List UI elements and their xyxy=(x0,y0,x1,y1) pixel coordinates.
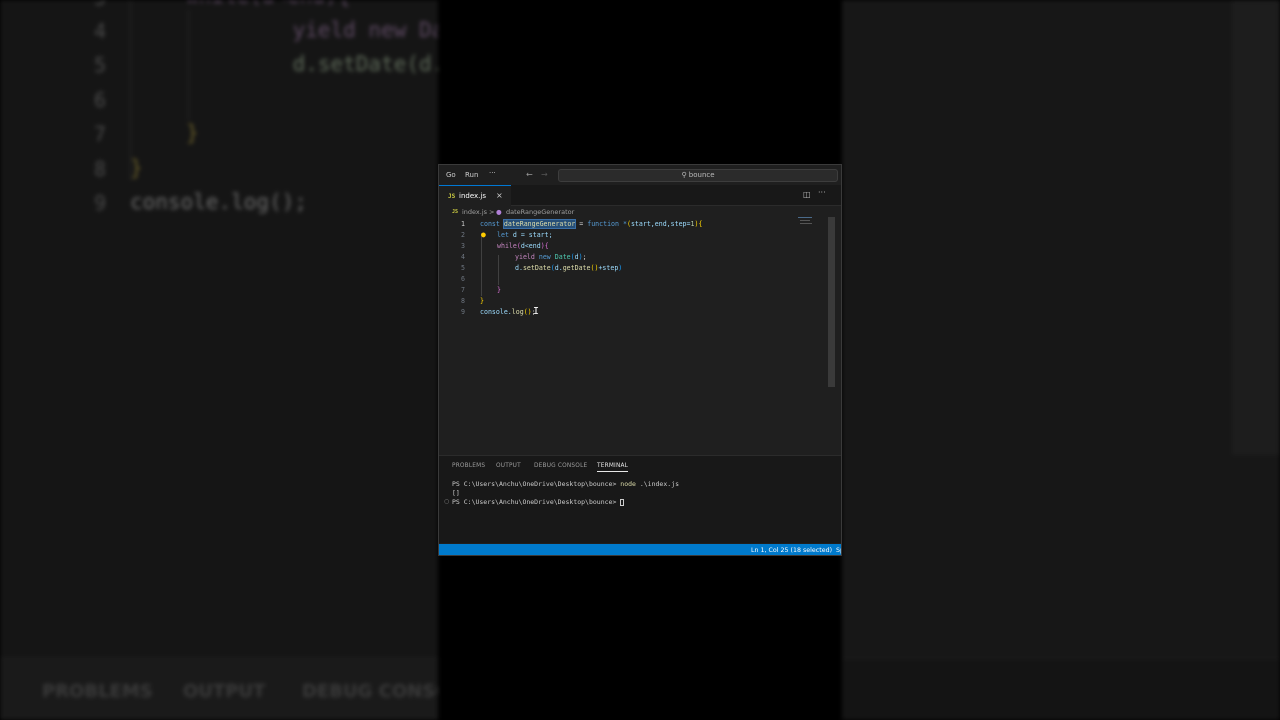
tab-close-icon[interactable]: × xyxy=(496,191,503,200)
tab-terminal[interactable]: TERMINAL xyxy=(597,463,629,472)
tab-output[interactable]: OUTPUT xyxy=(496,463,521,469)
mouse-ibeam-cursor: I xyxy=(533,306,540,317)
terminal-status-dot-icon: ○ xyxy=(444,498,450,505)
bg-line-number: 8 xyxy=(93,157,106,181)
cursor-position[interactable]: Ln 1, Col 25 (18 selected) xyxy=(751,547,832,554)
bg-line-number: 5 xyxy=(93,53,106,77)
javascript-file-icon: JS xyxy=(448,193,456,200)
line-number: 3 xyxy=(461,242,465,250)
split-editor-icon[interactable]: ◫ xyxy=(803,190,811,199)
line-number: 2 xyxy=(461,231,465,239)
bg-line-number: 7 xyxy=(93,122,106,146)
line-number: 5 xyxy=(461,264,465,272)
terminal-line: PS C:\Users\Anchu\OneDrive\Desktop\bounc… xyxy=(452,480,679,488)
more-actions-icon[interactable]: ··· xyxy=(818,188,826,197)
terminal-prompt[interactable]: PS C:\Users\Anchu\OneDrive\Desktop\bounc… xyxy=(452,498,625,506)
status-bar: Ln 1, Col 25 (18 selected) Sp xyxy=(439,544,841,555)
code-editor[interactable]: 1 2 3 4 5 6 7 8 9 ● const dateRangeGener… xyxy=(439,218,835,455)
breadcrumb-separator: > xyxy=(489,208,495,216)
bg-code-line: while(d<end){ xyxy=(186,0,350,8)
code-line-2: let d = start; xyxy=(497,231,553,239)
terminal-output: [] xyxy=(452,489,460,497)
tab-debug-console[interactable]: DEBUG CONSOLE xyxy=(534,463,587,469)
terminal-cursor xyxy=(620,498,625,506)
tab-problems[interactable]: PROBLEMS xyxy=(452,463,485,469)
line-number: 9 xyxy=(461,308,465,316)
code-line-5: d.setDate(d.getDate()+step) xyxy=(515,264,623,272)
bg-line-number: 9 xyxy=(93,191,106,215)
menu-run[interactable]: Run xyxy=(465,171,478,179)
bg-code-line: console.log(); xyxy=(130,190,308,214)
symbol-icon: ● xyxy=(496,208,502,216)
lightbulb-icon[interactable]: ● xyxy=(481,230,486,239)
command-center-search[interactable]: ⚲ bounce xyxy=(558,169,838,182)
menu-more[interactable]: ··· xyxy=(489,169,496,177)
code-line-3: while(d<end){ xyxy=(497,242,549,250)
line-number: 1 xyxy=(461,220,465,228)
bg-line-number: 6 xyxy=(93,88,106,112)
search-label: bounce xyxy=(688,171,715,179)
background-zoomed-editor: 5 4 5 6 7 8 9 while(d<end){ yield new Da… xyxy=(0,0,438,720)
search-icon: ⚲ xyxy=(681,171,689,179)
menu-go[interactable]: Go xyxy=(446,171,456,179)
bg-tab: PROBLEMS xyxy=(42,681,153,702)
scrollbar-thumb[interactable] xyxy=(828,217,835,387)
line-number: 8 xyxy=(461,297,465,305)
bg-tab: DEBUG CONSO xyxy=(302,681,438,702)
indentation-status[interactable]: Sp xyxy=(836,547,841,554)
code-line-9: console.log(); xyxy=(480,308,536,316)
line-number: 7 xyxy=(461,286,465,294)
code-line-1: const dateRangeGenerator = function *(st… xyxy=(480,219,703,229)
line-number: 4 xyxy=(461,253,465,261)
code-line-4: yield new Date(d); xyxy=(515,253,587,261)
code-line-7: } xyxy=(497,286,501,294)
back-arrow-icon[interactable]: ← xyxy=(526,170,533,179)
selected-text: dateRangeGenerator xyxy=(502,219,577,229)
vscode-window: Go Run ··· ← → ⚲ bounce JS index.js × ◫ … xyxy=(438,164,842,556)
screen: 5 4 5 6 7 8 9 while(d<end){ yield new Da… xyxy=(0,0,1280,720)
bg-code-line: } xyxy=(186,121,199,145)
bg-tab: OUTPUT xyxy=(183,681,266,702)
title-bar: Go Run ··· ← → ⚲ bounce xyxy=(439,165,841,185)
breadcrumb-file[interactable]: index.js xyxy=(462,208,487,216)
tab-label: index.js xyxy=(459,192,486,200)
forward-arrow-icon[interactable]: → xyxy=(541,170,548,179)
bg-line-number: 4 xyxy=(93,19,106,43)
bg-code-line: d.setDate(d.ge xyxy=(292,52,438,76)
breadcrumb-symbol[interactable]: dateRangeGenerator xyxy=(506,208,574,216)
minimap[interactable] xyxy=(798,217,826,237)
bg-line-number: 5 xyxy=(66,0,106,10)
editor-tab-bar: JS index.js × ◫ ··· xyxy=(439,185,841,206)
line-number: 6 xyxy=(461,275,465,283)
bg-panel-tabs: PROBLEMS OUTPUT DEBUG CONSO xyxy=(0,658,438,720)
editor-scrollbar[interactable] xyxy=(828,217,835,457)
bg-code-line: yield new Date xyxy=(292,18,438,42)
background-zoomed-right xyxy=(842,0,1280,720)
tab-index-js[interactable]: JS index.js × xyxy=(439,185,511,206)
bottom-panel: PROBLEMS OUTPUT DEBUG CONSOLE TERMINAL P… xyxy=(439,455,841,543)
code-line-8: } xyxy=(480,297,484,305)
bg-code-line: } xyxy=(130,156,143,180)
javascript-file-icon: JS xyxy=(452,209,459,215)
